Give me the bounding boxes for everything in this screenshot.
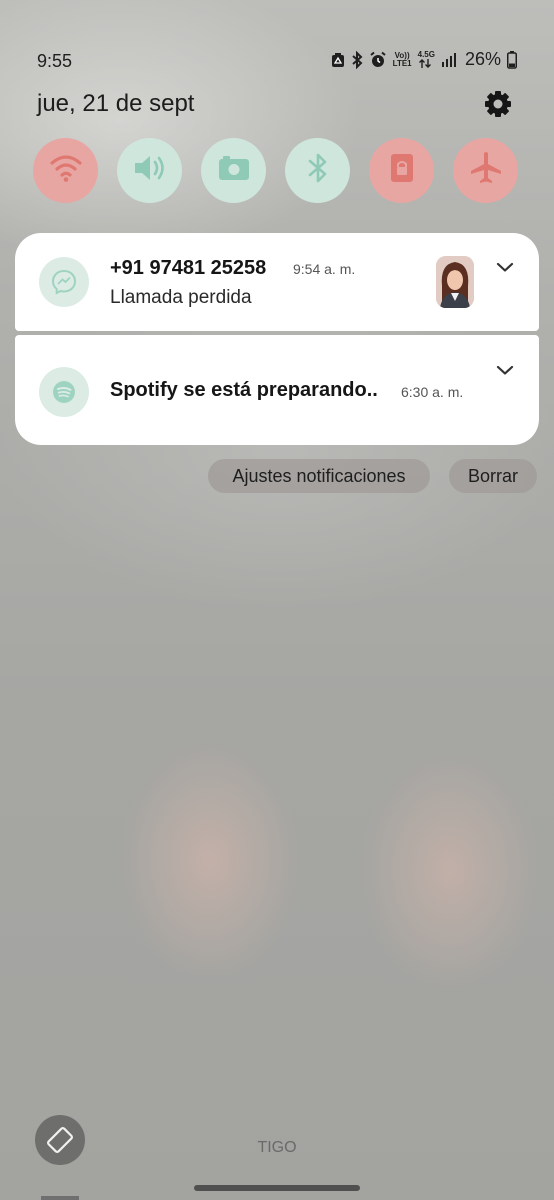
lock-icon bbox=[389, 152, 415, 189]
notification-card-missed-call[interactable]: +91 97481 25258 9:54 a. m. Llamada perdi… bbox=[15, 233, 539, 331]
screenshot-toggle[interactable] bbox=[201, 138, 266, 203]
bluetooth-toggle[interactable] bbox=[285, 138, 350, 203]
messenger-icon bbox=[39, 257, 89, 307]
edge-handle bbox=[41, 1196, 79, 1200]
notification-card-spotify[interactable]: Spotify se está preparando.. 6:30 a. m. bbox=[15, 335, 539, 445]
battery-percent: 26% bbox=[464, 49, 501, 69]
carrier-label: TIGO bbox=[257, 1139, 297, 1156]
notification-time: 6:30 a. m. bbox=[401, 384, 464, 400]
notification-body: Llamada perdida bbox=[110, 287, 252, 308]
notification-list: +91 97481 25258 9:54 a. m. Llamada perdi… bbox=[15, 233, 539, 445]
contact-avatar bbox=[436, 256, 474, 308]
clear-button[interactable]: Borrar bbox=[449, 459, 537, 493]
quick-settings-row bbox=[33, 138, 520, 204]
status-bar: 9:55 Vo)) LTE1 4.5G 26% bbox=[0, 40, 554, 80]
alarm-icon bbox=[369, 51, 387, 69]
notification-time: 9:54 a. m. bbox=[293, 261, 356, 277]
gear-icon[interactable] bbox=[482, 88, 514, 120]
status-icons: Vo)) LTE1 4.5G 26% bbox=[331, 49, 517, 70]
sound-toggle[interactable] bbox=[117, 138, 182, 203]
notification-title: Spotify se está preparando.. bbox=[110, 379, 378, 401]
wifi-icon bbox=[49, 153, 83, 188]
gesture-navigation-bar[interactable] bbox=[194, 1185, 360, 1191]
bluetooth-icon bbox=[307, 151, 329, 190]
airplane-icon bbox=[468, 150, 504, 191]
battery-icon bbox=[507, 50, 517, 69]
rotation-lock-toggle[interactable] bbox=[369, 138, 434, 203]
signal-icon bbox=[441, 52, 457, 68]
spotify-icon bbox=[39, 367, 89, 417]
chevron-down-icon[interactable] bbox=[495, 363, 515, 377]
bluetooth-icon bbox=[351, 50, 363, 69]
volte-icon: Vo)) LTE1 bbox=[392, 50, 412, 68]
camera-icon bbox=[218, 155, 250, 186]
data-arrows-icon: 4.5G bbox=[418, 51, 435, 68]
wifi-toggle[interactable] bbox=[33, 138, 98, 203]
notification-title: +91 97481 25258 bbox=[110, 257, 267, 279]
recycle-icon bbox=[331, 52, 345, 68]
speaker-icon bbox=[132, 153, 168, 188]
airplane-toggle[interactable] bbox=[453, 138, 518, 203]
notification-settings-button[interactable]: Ajustes notificaciones bbox=[208, 459, 430, 493]
date-label: jue, 21 de sept bbox=[37, 90, 195, 117]
status-time: 9:55 bbox=[37, 51, 73, 71]
chevron-down-icon[interactable] bbox=[495, 260, 515, 274]
